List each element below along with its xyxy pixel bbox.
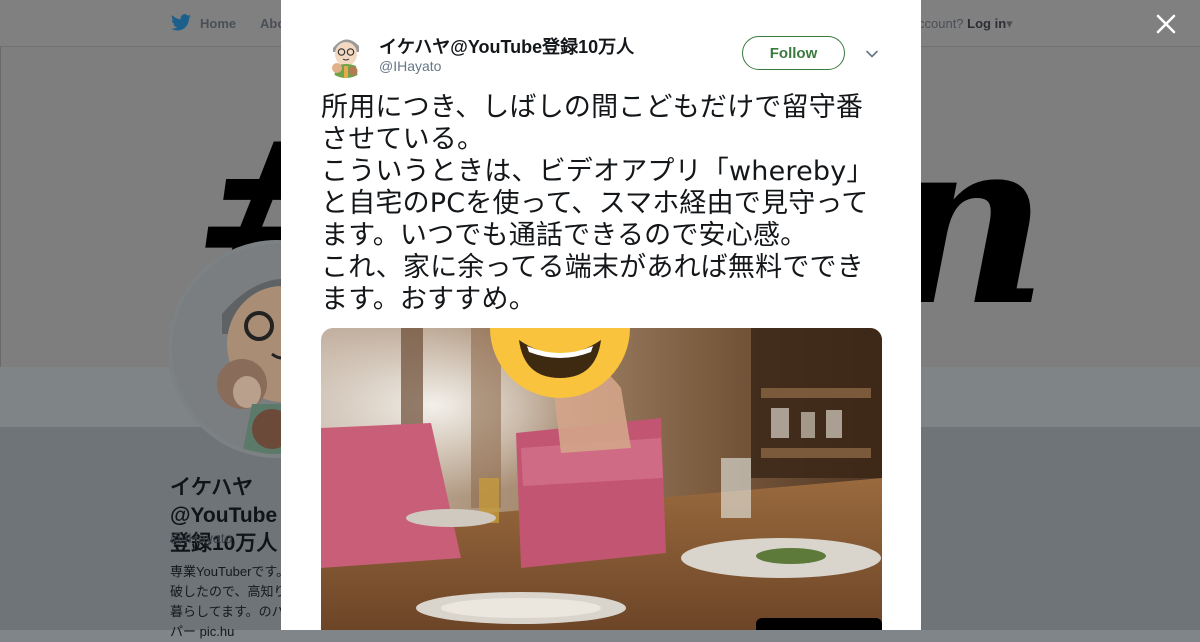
bird-icon [171,14,191,31]
caret-down-icon: ▾ [1006,16,1013,31]
home-nav-link[interactable]: Home [170,14,236,32]
author-handle[interactable]: @IHayato [379,58,441,74]
account-prompt-text: ccount? [918,16,964,31]
more-options-button[interactable] [865,47,879,61]
author-name[interactable]: イケハヤ@YouTube登録10万人 [379,33,634,59]
follow-button[interactable]: Follow [742,36,845,70]
tweet-media-photo[interactable] [321,328,882,630]
media-photo-image [321,328,882,630]
login-link[interactable]: Log in [967,16,1006,31]
close-button[interactable] [1152,10,1180,38]
author-avatar-illustration [323,32,369,78]
tweet-text: 所用につき、しばしの間こどもだけで留守番させている。 こういうときは、ビデオアプ… [321,92,874,315]
close-icon [1156,14,1176,34]
profile-bio: 専業YouTuberです。破したので、高知り暮らしてます。のパパー pic.hu [170,564,290,639]
tweet-modal: イケハヤ@YouTube登録10万人 @IHayato Follow 所用につき… [281,0,921,630]
chevron-down-icon [866,50,878,58]
author-avatar[interactable] [323,32,369,78]
home-label: Home [200,15,237,31]
profile-handle: @IHayato [170,530,233,546]
login-prompt: ccount? Log in▾ [918,16,1013,32]
